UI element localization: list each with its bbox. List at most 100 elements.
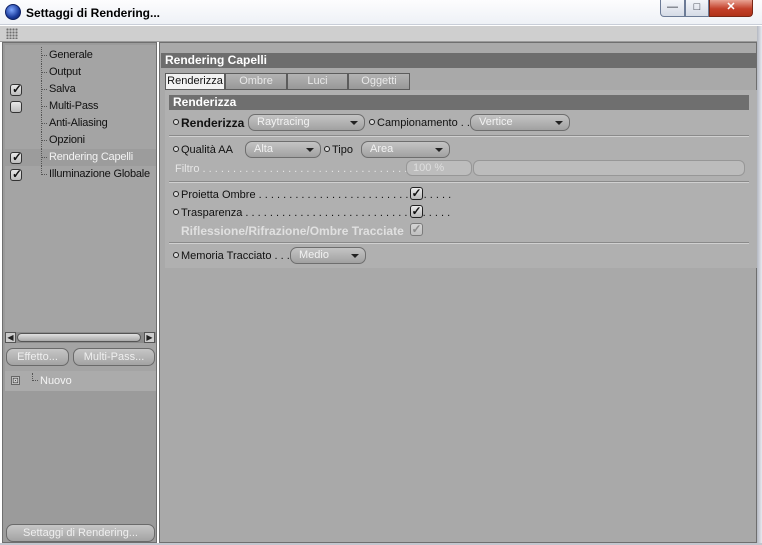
scrollbar-thumb[interactable] bbox=[17, 333, 141, 342]
sidebar-item-multipass[interactable]: Multi-Pass bbox=[5, 98, 156, 115]
scroll-right-icon[interactable]: ▶ bbox=[144, 332, 155, 343]
check-icon: ✓ bbox=[411, 204, 422, 218]
sidebar-item-label: Generale bbox=[49, 49, 93, 61]
animate-dot-icon[interactable] bbox=[173, 119, 179, 125]
qualita-aa-dropdown[interactable]: Alta bbox=[245, 141, 321, 158]
animate-dot-icon[interactable] bbox=[324, 146, 330, 152]
renderizza-row: Renderizza Raytracing Campionamento . . … bbox=[169, 114, 749, 132]
check-icon: ✓ bbox=[411, 186, 422, 200]
minimize-button[interactable]: — bbox=[660, 0, 685, 17]
tree-line bbox=[41, 72, 47, 73]
panel-grip-bar[interactable] bbox=[0, 26, 757, 42]
trasparenza-row: Trasparenza . . . . . . . . . . . . . . … bbox=[169, 204, 749, 222]
filtro-value: 100 % bbox=[413, 162, 445, 174]
animate-dot-icon[interactable] bbox=[369, 119, 375, 125]
sidebar-item-label: Multi-Pass bbox=[49, 100, 99, 112]
illuminazione-globale-checkbox[interactable]: ✓ bbox=[10, 167, 23, 181]
divider bbox=[169, 181, 749, 183]
tree-line bbox=[41, 140, 47, 141]
page-title: Rendering Capelli bbox=[161, 53, 757, 68]
sidebar-item-illuminazione-globale[interactable]: ✓ Illuminazione Globale bbox=[5, 166, 156, 183]
renderizza-label: Renderizza bbox=[181, 116, 245, 130]
tab-oggetti[interactable]: Oggetti bbox=[348, 73, 410, 90]
tab-bar: Renderizza Ombre Luci Oggetti bbox=[165, 73, 410, 90]
renderizza-panel: Renderizza Renderizza Raytracing Campion… bbox=[165, 90, 757, 268]
check-icon: ✓ bbox=[12, 167, 23, 181]
tree-line bbox=[32, 373, 38, 381]
salva-checkbox[interactable]: ✓ bbox=[10, 82, 23, 96]
effetto-button[interactable]: Effetto... bbox=[6, 348, 69, 366]
renderizza-dropdown[interactable]: Raytracing bbox=[248, 114, 365, 131]
check-icon: ✓ bbox=[12, 82, 23, 96]
cinema4d-app-icon bbox=[5, 4, 21, 20]
sidebar-item-opzioni[interactable]: Opzioni bbox=[5, 132, 156, 149]
riflessione-checkbox: ✓ bbox=[410, 223, 423, 236]
filtro-slider bbox=[473, 160, 745, 176]
tab-renderizza[interactable]: Renderizza bbox=[165, 73, 225, 90]
new-render-setting-item[interactable]: Nuovo bbox=[40, 375, 72, 387]
animate-dot-icon[interactable] bbox=[173, 146, 179, 152]
riflessione-row: Riflessione/Rifrazione/Ombre Tracciate ✓ bbox=[169, 222, 749, 240]
campionamento-label: Campionamento . . bbox=[377, 117, 470, 129]
memoria-tracciato-label: Memoria Tracciato . . . bbox=[181, 250, 290, 262]
tab-ombre[interactable]: Ombre bbox=[225, 73, 287, 90]
grip-icon bbox=[6, 28, 18, 39]
chevron-down-icon bbox=[555, 121, 563, 125]
chevron-down-icon bbox=[435, 148, 443, 152]
settings-main-panel: Rendering Capelli Renderizza Ombre Luci … bbox=[159, 42, 757, 543]
tree-line bbox=[41, 89, 47, 90]
close-button[interactable]: ✕ bbox=[709, 0, 753, 17]
title-bar: Settaggi di Rendering... — □ ✕ bbox=[0, 0, 762, 25]
tree-line bbox=[41, 157, 47, 158]
divider bbox=[169, 135, 749, 137]
sidebar-item-antialiasing[interactable]: Anti-Aliasing bbox=[5, 115, 156, 132]
check-icon: ✓ bbox=[411, 222, 422, 236]
chevron-down-icon bbox=[306, 148, 314, 152]
render-settings-list: ⊡ Nuovo bbox=[5, 371, 156, 391]
sidebar-item-generale[interactable]: Generale bbox=[5, 47, 156, 64]
settaggi-di-rendering-button[interactable]: Settaggi di Rendering... bbox=[6, 524, 155, 542]
chevron-down-icon bbox=[351, 254, 359, 258]
tab-luci[interactable]: Luci bbox=[287, 73, 348, 90]
trasparenza-checkbox[interactable]: ✓ bbox=[410, 205, 423, 218]
filtro-field: 100 % bbox=[406, 160, 472, 176]
scroll-left-icon[interactable]: ◀ bbox=[5, 332, 16, 343]
section-title: Renderizza bbox=[169, 95, 749, 110]
multi-pass-button[interactable]: Multi-Pass... bbox=[73, 348, 155, 366]
sidebar-item-output[interactable]: Output bbox=[5, 64, 156, 81]
maximize-button[interactable]: □ bbox=[685, 0, 709, 17]
campionamento-value: Vertice bbox=[479, 116, 513, 128]
window-title: Settaggi di Rendering... bbox=[26, 6, 161, 20]
qualita-row: Qualità AA Alta Tipo Area bbox=[169, 141, 749, 159]
window-frame-right bbox=[757, 26, 762, 545]
tree-line bbox=[41, 55, 47, 56]
filtro-label: Filtro . . . . . . . . . . . . . . . . .… bbox=[175, 163, 438, 175]
sidebar-item-salva[interactable]: ✓ Salva bbox=[5, 81, 156, 98]
rendering-capelli-checkbox[interactable]: ✓ bbox=[10, 150, 23, 164]
sidebar-item-label: Salva bbox=[49, 83, 76, 95]
proietta-ombre-row: Proietta Ombre . . . . . . . . . . . . .… bbox=[169, 186, 749, 204]
animate-dot-icon[interactable] bbox=[173, 191, 179, 197]
tree-line bbox=[41, 106, 47, 107]
settings-tree: Generale Output ✓ Salva Multi-Pass Anti-… bbox=[5, 45, 156, 371]
multipass-checkbox[interactable] bbox=[10, 101, 22, 113]
memoria-row: Memoria Tracciato . . . Medio bbox=[169, 247, 749, 265]
qualita-aa-value: Alta bbox=[254, 143, 273, 155]
sidebar-horizontal-scrollbar[interactable]: ◀ ▶ bbox=[5, 332, 156, 343]
animate-dot-icon[interactable] bbox=[173, 209, 179, 215]
sidebar-item-label: Opzioni bbox=[49, 134, 85, 146]
campionamento-dropdown[interactable]: Vertice bbox=[470, 114, 570, 131]
check-icon: ✓ bbox=[12, 150, 23, 164]
collapse-icon[interactable]: ⊡ bbox=[11, 376, 20, 385]
sidebar-item-label: Output bbox=[49, 66, 81, 78]
riflessione-label: Riflessione/Rifrazione/Ombre Tracciate bbox=[181, 224, 404, 238]
sidebar-item-rendering-capelli[interactable]: ✓ Rendering Capelli bbox=[5, 149, 156, 166]
memoria-tracciato-value: Medio bbox=[299, 249, 329, 261]
sidebar-item-label: Anti-Aliasing bbox=[49, 117, 108, 129]
proietta-ombre-checkbox[interactable]: ✓ bbox=[410, 187, 423, 200]
filtro-row: Filtro . . . . . . . . . . . . . . . . .… bbox=[169, 160, 749, 178]
tipo-dropdown[interactable]: Area bbox=[361, 141, 450, 158]
animate-dot-icon[interactable] bbox=[173, 252, 179, 258]
chevron-down-icon bbox=[350, 121, 358, 125]
memoria-tracciato-dropdown[interactable]: Medio bbox=[290, 247, 366, 264]
